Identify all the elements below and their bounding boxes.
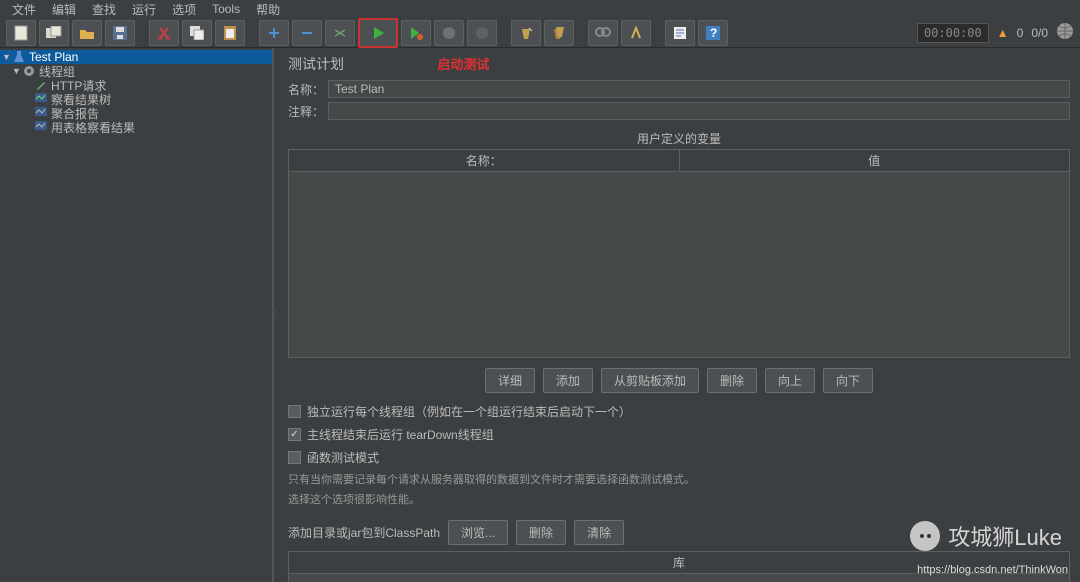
user-vars-title: 用户定义的变量: [288, 124, 1070, 149]
add-from-clipboard-button[interactable]: 从剪贴板添加: [601, 368, 699, 393]
tree-node-aggregate-report[interactable]: 聚合报告: [0, 106, 272, 120]
col-value[interactable]: 值: [680, 150, 1070, 171]
scope-icon: [34, 107, 48, 119]
plus-icon[interactable]: [259, 20, 289, 46]
clear-all-icon[interactable]: [544, 20, 574, 46]
open-icon[interactable]: [72, 20, 102, 46]
annotation-label: 启动测试: [437, 57, 489, 72]
menu-run[interactable]: 运行: [124, 1, 164, 18]
menu-options[interactable]: 选项: [164, 1, 204, 18]
down-button[interactable]: 向下: [823, 368, 873, 393]
new-icon[interactable]: [6, 20, 36, 46]
stop-button[interactable]: [434, 20, 464, 46]
serialize-threadgroups-checkbox[interactable]: [288, 405, 301, 418]
test-plan-tree[interactable]: ▼ Test Plan ▼ 线程组 HTTP请求 察看结果树 聚合报告 用表: [0, 48, 274, 582]
name-label: 名称：: [288, 81, 328, 98]
svg-text:?: ?: [710, 26, 717, 40]
warning-icon[interactable]: ▲: [997, 26, 1009, 40]
classpath-label: 添加目录或jar包到ClassPath: [288, 524, 440, 541]
editor-panel: 测试计划 启动测试 名称： 注释： 用户定义的变量 名称： 值 详细 添加 从剪…: [278, 48, 1080, 582]
user-vars-header: 名称： 值: [288, 149, 1070, 172]
delete-button[interactable]: 删除: [707, 368, 757, 393]
browse-button[interactable]: 浏览...: [448, 520, 508, 545]
tree-node-http-request[interactable]: HTTP请求: [0, 78, 272, 92]
globe-icon[interactable]: [1056, 22, 1074, 43]
add-button[interactable]: 添加: [543, 368, 593, 393]
watermark-text: 攻城狮Luke: [948, 520, 1062, 552]
expand-toggle-icon[interactable]: ▼: [2, 52, 12, 62]
tree-node-results-tree[interactable]: 察看结果树: [0, 92, 272, 106]
menu-bar: 文件 编辑 查找 运行 选项 Tools 帮助: [0, 0, 1080, 18]
function-icon[interactable]: [621, 20, 651, 46]
serialize-threadgroups-label: 独立运行每个线程组（例如在一个组运行结束后启动下一个）: [307, 403, 631, 420]
log-icon[interactable]: [665, 20, 695, 46]
user-vars-table[interactable]: [288, 172, 1070, 358]
shutdown-button[interactable]: [467, 20, 497, 46]
credit-url: https://blog.csdn.net/ThinkWon: [917, 564, 1068, 576]
warning-count: 0: [1017, 26, 1024, 40]
functional-note-1: 只有当你需要记录每个请求从服务器取得的数据到文件时才需要选择函数测试模式。: [288, 472, 1070, 489]
cp-clear-button[interactable]: 清除: [574, 520, 624, 545]
help-icon[interactable]: ?: [698, 20, 728, 46]
menu-tools[interactable]: Tools: [204, 2, 248, 16]
teardown-checkbox[interactable]: [288, 428, 301, 441]
flask-icon: [12, 51, 26, 63]
start-no-timers-button[interactable]: [401, 20, 431, 46]
active-threads: 0/0: [1031, 26, 1048, 40]
up-button[interactable]: 向上: [765, 368, 815, 393]
menu-search[interactable]: 查找: [84, 1, 124, 18]
menu-edit[interactable]: 编辑: [44, 1, 84, 18]
wechat-icon: [910, 521, 940, 551]
comment-input[interactable]: [328, 102, 1070, 120]
watermark: 攻城狮Luke: [910, 520, 1062, 552]
functional-note-2: 选择这个选项很影响性能。: [288, 492, 1070, 509]
menu-file[interactable]: 文件: [4, 1, 44, 18]
cut-icon[interactable]: [149, 20, 179, 46]
toggle-icon[interactable]: [325, 20, 355, 46]
minus-icon[interactable]: [292, 20, 322, 46]
teardown-label: 主线程结束后运行 tearDown线程组: [307, 426, 494, 443]
col-name[interactable]: 名称：: [289, 150, 680, 171]
name-input[interactable]: [328, 80, 1070, 98]
scope-icon: [34, 121, 48, 133]
paste-icon[interactable]: [215, 20, 245, 46]
functional-mode-checkbox[interactable]: [288, 451, 301, 464]
toolbar: ? 00:00:00 ▲ 0 0/0: [0, 18, 1080, 48]
functional-mode-label: 函数测试模式: [307, 449, 379, 466]
detail-button[interactable]: 详细: [485, 368, 535, 393]
save-icon[interactable]: [105, 20, 135, 46]
menu-help[interactable]: 帮助: [248, 1, 288, 18]
panel-title: 测试计划: [288, 54, 344, 74]
gear-icon: [22, 65, 36, 77]
copy-icon[interactable]: [182, 20, 212, 46]
clear-icon[interactable]: [511, 20, 541, 46]
elapsed-timer: 00:00:00: [917, 23, 989, 43]
pipette-icon: [34, 79, 48, 91]
cp-delete-button[interactable]: 删除: [516, 520, 566, 545]
expand-toggle-icon[interactable]: ▼: [12, 66, 22, 76]
start-button[interactable]: [358, 18, 398, 48]
search-icon[interactable]: [588, 20, 618, 46]
templates-icon[interactable]: [39, 20, 69, 46]
comment-label: 注释：: [288, 103, 328, 120]
tree-node-threadgroup[interactable]: ▼ 线程组: [0, 64, 272, 78]
tree-node-table-results[interactable]: 用表格察看结果: [0, 120, 272, 134]
scope-icon: [34, 93, 48, 105]
